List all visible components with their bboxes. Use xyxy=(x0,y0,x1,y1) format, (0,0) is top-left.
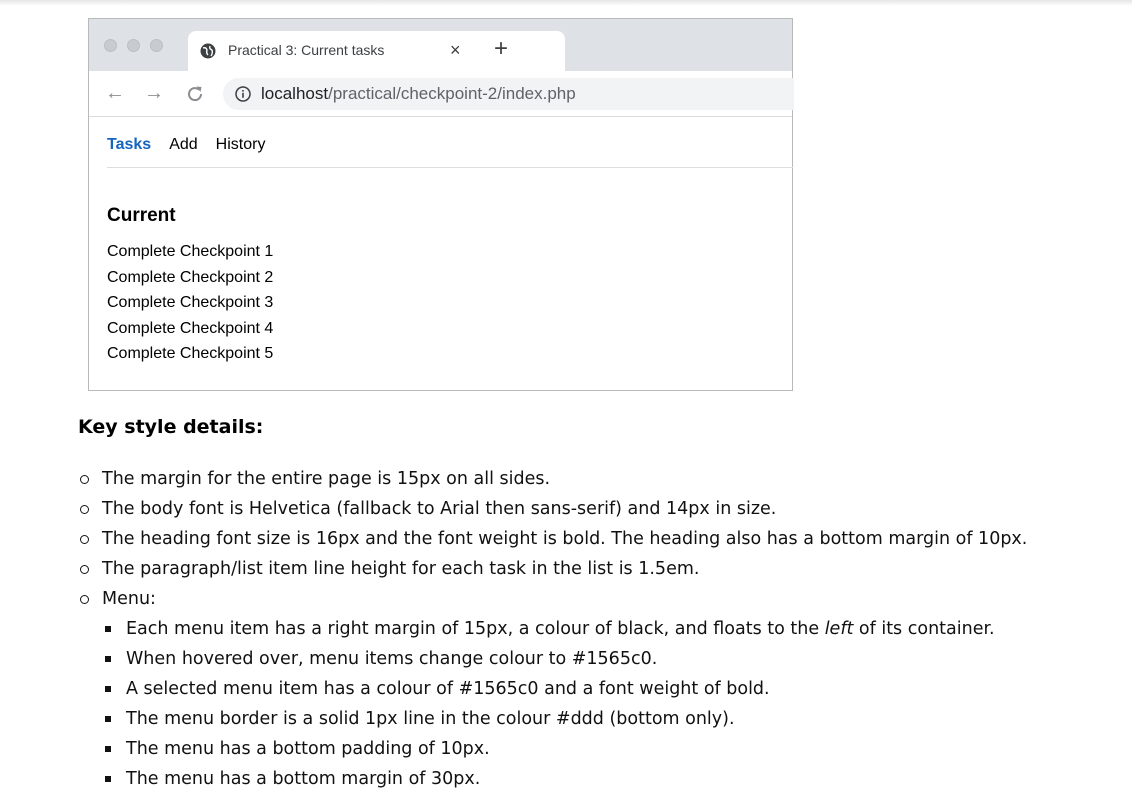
task-item: Complete Checkpoint 5 xyxy=(107,345,274,363)
sub-list-item: When hovered over, menu items change col… xyxy=(78,644,1118,674)
style-details-list: The margin for the entire page is 15px o… xyxy=(78,464,1118,794)
url-text: localhost/practical/checkpoint-2/index.p… xyxy=(261,84,576,104)
sub-item-text: Each menu item has a right margin of 15p… xyxy=(126,619,825,639)
task-item: Complete Checkpoint 4 xyxy=(107,319,274,337)
task-list: Complete Checkpoint 1 Complete Checkpoin… xyxy=(107,239,273,367)
globe-icon xyxy=(200,43,216,59)
maximize-window-dot[interactable] xyxy=(150,39,163,52)
task-item: Complete Checkpoint 1 xyxy=(107,243,274,260)
info-icon[interactable] xyxy=(235,86,251,102)
top-shadow xyxy=(0,0,1132,6)
url-path: /practical/checkpoint-2/index.php xyxy=(328,84,576,103)
menu-item-history[interactable]: History xyxy=(216,135,266,155)
tab-bar: Practical 3: Current tasks × + xyxy=(89,19,792,71)
list-item: Menu: xyxy=(78,584,1118,614)
sub-list-item: The menu border is a solid 1px line in t… xyxy=(78,704,1118,734)
forward-arrow-icon[interactable]: → xyxy=(144,82,164,104)
close-window-dot[interactable] xyxy=(104,39,117,52)
menu-item-add[interactable]: Add xyxy=(169,135,197,155)
sub-item-emphasis: left xyxy=(824,619,854,639)
browser-window: Practical 3: Current tasks × + ← → local… xyxy=(88,18,794,391)
task-item: Complete Checkpoint 3 xyxy=(107,294,274,312)
task-item: Complete Checkpoint 2 xyxy=(107,268,274,286)
list-item: The heading font size is 16px and the fo… xyxy=(78,524,1118,554)
site-menu: Tasks Add History xyxy=(107,135,793,168)
address-bar: ← → localhost/practical/checkpoint-2/ind… xyxy=(89,71,794,117)
sub-list-item: Each menu item has a right margin of 15p… xyxy=(78,614,1118,644)
close-tab-icon[interactable]: × xyxy=(450,40,461,61)
list-item: The paragraph/list item line height for … xyxy=(78,554,1118,584)
reload-icon[interactable] xyxy=(185,84,205,104)
list-item: The margin for the entire page is 15px o… xyxy=(78,464,1118,494)
page-heading: Current xyxy=(107,205,176,226)
url-field[interactable]: localhost/practical/checkpoint-2/index.p… xyxy=(223,78,794,110)
minimize-window-dot[interactable] xyxy=(127,39,140,52)
sub-item-text: of its container. xyxy=(853,619,995,639)
sub-list-item: The menu has a bottom padding of 10px. xyxy=(78,734,1118,764)
sub-list-item: The menu has a bottom margin of 30px. xyxy=(78,764,1118,794)
new-tab-button[interactable]: + xyxy=(494,35,508,63)
tab-title: Practical 3: Current tasks xyxy=(228,42,385,58)
browser-tab[interactable]: Practical 3: Current tasks × xyxy=(188,31,565,71)
menu-item-tasks[interactable]: Tasks xyxy=(107,135,151,155)
back-arrow-icon[interactable]: ← xyxy=(105,82,125,104)
url-host: localhost xyxy=(261,84,329,103)
doc-section-title: Key style details: xyxy=(78,416,264,438)
list-item: The body font is Helvetica (fallback to … xyxy=(78,494,1118,524)
sub-list-item: A selected menu item has a colour of #15… xyxy=(78,674,1118,704)
